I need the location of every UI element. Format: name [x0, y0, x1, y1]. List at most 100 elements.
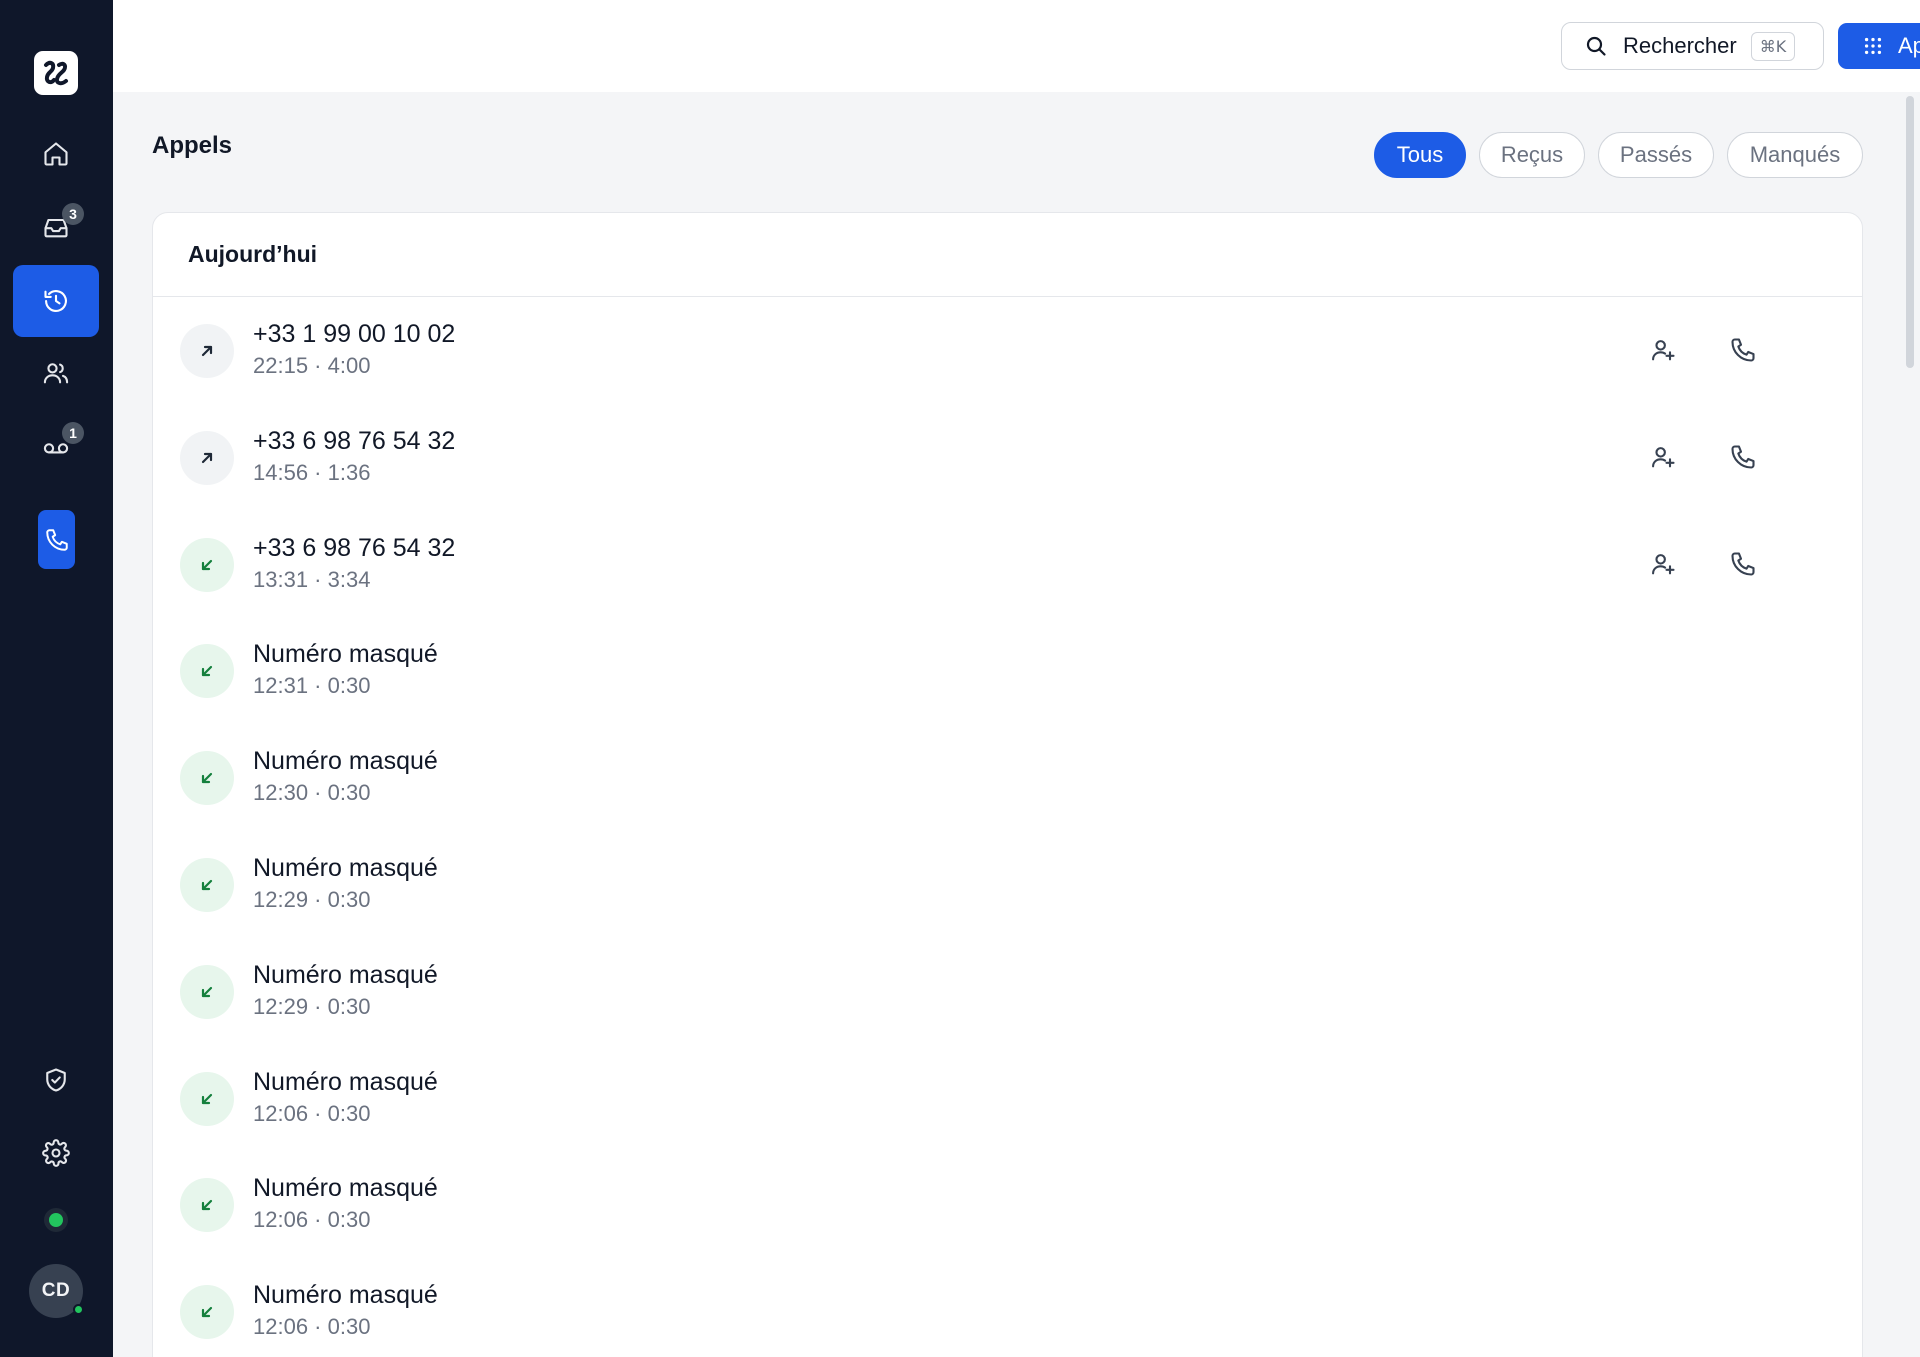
- call-row[interactable]: Numéro masqué 12:06 · 0:30: [153, 1258, 1862, 1357]
- filter-tab-received[interactable]: Reçus: [1479, 132, 1585, 178]
- sidebar-item-contacts[interactable]: [13, 337, 99, 409]
- incoming-arrow-icon: [201, 773, 213, 784]
- app-logo[interactable]: [34, 51, 78, 95]
- add-contact-icon: [1652, 553, 1675, 574]
- dialer-button[interactable]: [38, 510, 75, 569]
- outgoing-call-indicator: [180, 430, 234, 485]
- logo-mark-icon: [44, 60, 68, 86]
- filter-tab-all[interactable]: Tous: [1374, 132, 1466, 178]
- voicemail-badge: 1: [62, 422, 84, 444]
- call-time-duration: 12:06 · 0:30: [253, 1100, 371, 1126]
- call-back-button[interactable]: [1723, 330, 1763, 370]
- phone-icon: [45, 528, 68, 551]
- section-header-today: Aujourd’hui: [153, 213, 1862, 297]
- call-row[interactable]: +33 1 99 00 10 02 22:15 · 4:00: [153, 297, 1862, 404]
- caller-name: +33 6 98 76 54 32: [253, 533, 456, 562]
- sidebar-item-voicemail[interactable]: 1: [13, 410, 99, 482]
- shield-check-icon: [46, 1068, 66, 1092]
- home-icon: [44, 142, 68, 166]
- incoming-call-indicator: [180, 858, 234, 912]
- add-contact-icon: [1652, 340, 1675, 361]
- call-back-button[interactable]: [1723, 437, 1763, 477]
- add-contact-button[interactable]: [1643, 544, 1683, 584]
- caller-name: +33 6 98 76 54 32: [253, 426, 456, 455]
- incoming-call-indicator: [180, 1178, 234, 1233]
- sidebar-item-settings[interactable]: [13, 1117, 99, 1189]
- call-row[interactable]: Numéro masqué 12:29 · 0:30: [153, 831, 1862, 938]
- incoming-arrow-icon: [201, 1093, 213, 1104]
- call-time-duration: 12:29 · 0:30: [253, 993, 371, 1019]
- call-row[interactable]: Numéro masqué 12:06 · 0:30: [153, 1045, 1862, 1152]
- filter-tab-outgoing[interactable]: Passés: [1598, 132, 1714, 178]
- incoming-call-indicator: [180, 751, 234, 806]
- avatar-initials: CD: [41, 1280, 71, 1301]
- caller-name: Numéro masqué: [253, 1281, 438, 1310]
- inbox-badge: 3: [62, 203, 84, 225]
- availability-status-indicator[interactable]: [49, 1213, 63, 1227]
- incoming-arrow-icon: [201, 559, 213, 570]
- contacts-icon: [43, 363, 69, 384]
- call-row[interactable]: Numéro masqué 12:30 · 0:30: [153, 724, 1862, 831]
- add-contact-icon: [1652, 446, 1675, 468]
- incoming-arrow-icon: [201, 879, 213, 891]
- scrollbar-thumb[interactable]: [1906, 96, 1914, 368]
- phone-icon: [1731, 338, 1755, 362]
- add-contact-button[interactable]: [1643, 437, 1683, 477]
- incoming-arrow-icon: [201, 1200, 213, 1211]
- phone-icon: [1731, 445, 1755, 469]
- search-shortcut-hint: ⌘K: [1750, 31, 1796, 61]
- incoming-call-indicator: [180, 1285, 234, 1340]
- incoming-arrow-icon: [201, 666, 213, 677]
- incoming-arrow-icon: [201, 1307, 213, 1318]
- phone-icon: [1731, 552, 1755, 576]
- call-history-card: Aujourd’hui +33 1 99 00 10 02 22:15 · 4:0…: [152, 212, 1863, 1357]
- call-time-duration: 12:06 · 0:30: [253, 1207, 371, 1233]
- sidebar-item-inbox[interactable]: 3: [13, 191, 99, 263]
- search-button[interactable]: Rechercher ⌘K: [1561, 22, 1824, 70]
- search-label: Rechercher: [1623, 33, 1737, 58]
- filter-tab-missed[interactable]: Manqués: [1727, 132, 1863, 178]
- keypad-icon: [1864, 37, 1882, 55]
- outgoing-call-indicator: [180, 324, 234, 378]
- call-time-duration: 12:30 · 0:30: [253, 780, 371, 806]
- incoming-call-indicator: [180, 964, 234, 1019]
- call-back-button[interactable]: [1723, 544, 1763, 584]
- incoming-call-indicator: [180, 1071, 234, 1126]
- caller-name: Numéro masqué: [253, 854, 438, 882]
- sidebar-item-home[interactable]: [13, 118, 99, 190]
- caller-name: Numéro masqué: [253, 1174, 438, 1203]
- online-status-dot: [73, 1304, 84, 1315]
- call-time-duration: 14:56 · 1:36: [253, 459, 371, 485]
- top-bar: Rechercher ⌘K Appeler: [113, 0, 1920, 92]
- call-row[interactable]: Numéro masqué 12:29 · 0:30: [153, 938, 1862, 1045]
- add-contact-button[interactable]: [1643, 330, 1683, 370]
- user-avatar[interactable]: CD: [29, 1264, 84, 1318]
- sidebar-item-security[interactable]: [13, 1044, 99, 1116]
- caller-name: Numéro masqué: [253, 747, 438, 776]
- call-button[interactable]: Appeler: [1838, 23, 1920, 69]
- sidebar-item-history[interactable]: [13, 265, 99, 337]
- caller-name: +33 1 99 00 10 02: [253, 320, 456, 348]
- call-row[interactable]: Numéro masqué 12:31 · 0:30: [153, 617, 1862, 724]
- caller-name: Numéro masqué: [253, 960, 438, 989]
- incoming-call-indicator: [180, 537, 234, 592]
- history-icon: [44, 290, 67, 312]
- caller-name: Numéro masqué: [253, 640, 438, 669]
- call-time-duration: 12:31 · 0:30: [253, 673, 371, 699]
- call-row[interactable]: +33 6 98 76 54 32 14:56 · 1:36: [153, 404, 1862, 511]
- incoming-call-indicator: [180, 644, 234, 699]
- outgoing-arrow-icon: [201, 452, 213, 463]
- call-button-label: Appeler: [1898, 33, 1920, 58]
- caller-name: Numéro masqué: [253, 1067, 438, 1096]
- incoming-arrow-icon: [201, 986, 213, 997]
- sidebar: 3 1 CD: [0, 0, 113, 1357]
- call-row[interactable]: Numéro masqué 12:06 · 0:30: [153, 1151, 1862, 1258]
- call-row[interactable]: +33 6 98 76 54 32 13:31 · 3:34: [153, 511, 1862, 618]
- call-time-duration: 13:31 · 3:34: [253, 566, 371, 592]
- call-time-duration: 22:15 · 4:00: [253, 353, 371, 378]
- search-icon: [1586, 36, 1606, 56]
- gear-icon: [42, 1139, 70, 1167]
- outgoing-arrow-icon: [201, 345, 213, 357]
- call-time-duration: 12:06 · 0:30: [253, 1314, 371, 1340]
- call-time-duration: 12:29 · 0:30: [253, 887, 371, 912]
